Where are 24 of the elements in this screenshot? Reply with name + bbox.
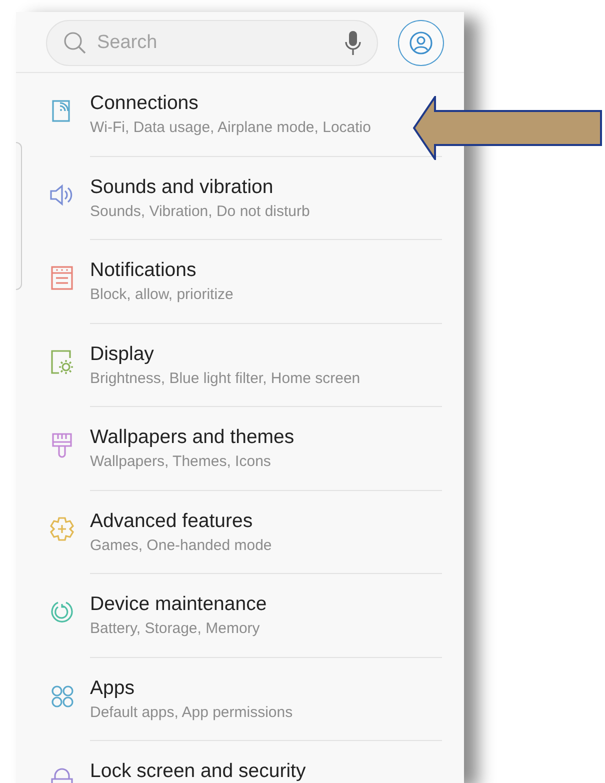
edge-handle[interactable] (16, 142, 22, 290)
item-subtitle: Brightness, Blue light filter, Home screen (90, 368, 362, 388)
item-subtitle: Wallpapers, Themes, Icons (90, 452, 272, 472)
item-subtitle: Sounds, Vibration, Do not disturb (90, 202, 311, 222)
item-title: Wallpapers and themes (90, 425, 296, 450)
search-icon (63, 31, 87, 55)
item-subtitle: Games, One-handed mode (90, 536, 273, 556)
item-title: Connections (90, 91, 200, 116)
item-subtitle: Battery, Storage, Memory (90, 619, 261, 639)
item-title: Display (90, 342, 155, 366)
item-title: Advanced features (90, 508, 254, 534)
item-subtitle: Block, allow, prioritize (90, 285, 234, 305)
item-title: Device maintenance (90, 592, 268, 617)
item-subtitle: Wi-Fi, Data usage, Airplane mode, Locatio (90, 118, 372, 138)
item-subtitle: Default apps, App permissions (90, 702, 294, 722)
user-icon (409, 31, 434, 55)
search-field[interactable]: Search (95, 28, 325, 58)
microphone-icon[interactable] (345, 30, 362, 56)
search-bar[interactable]: Search (46, 20, 378, 66)
profile-button[interactable] (398, 20, 444, 66)
item-title: Sounds and vibration (90, 174, 274, 200)
item-title: Apps (90, 676, 136, 700)
item-title: Notifications (90, 258, 198, 283)
item-title: Lock screen and security (90, 759, 307, 783)
